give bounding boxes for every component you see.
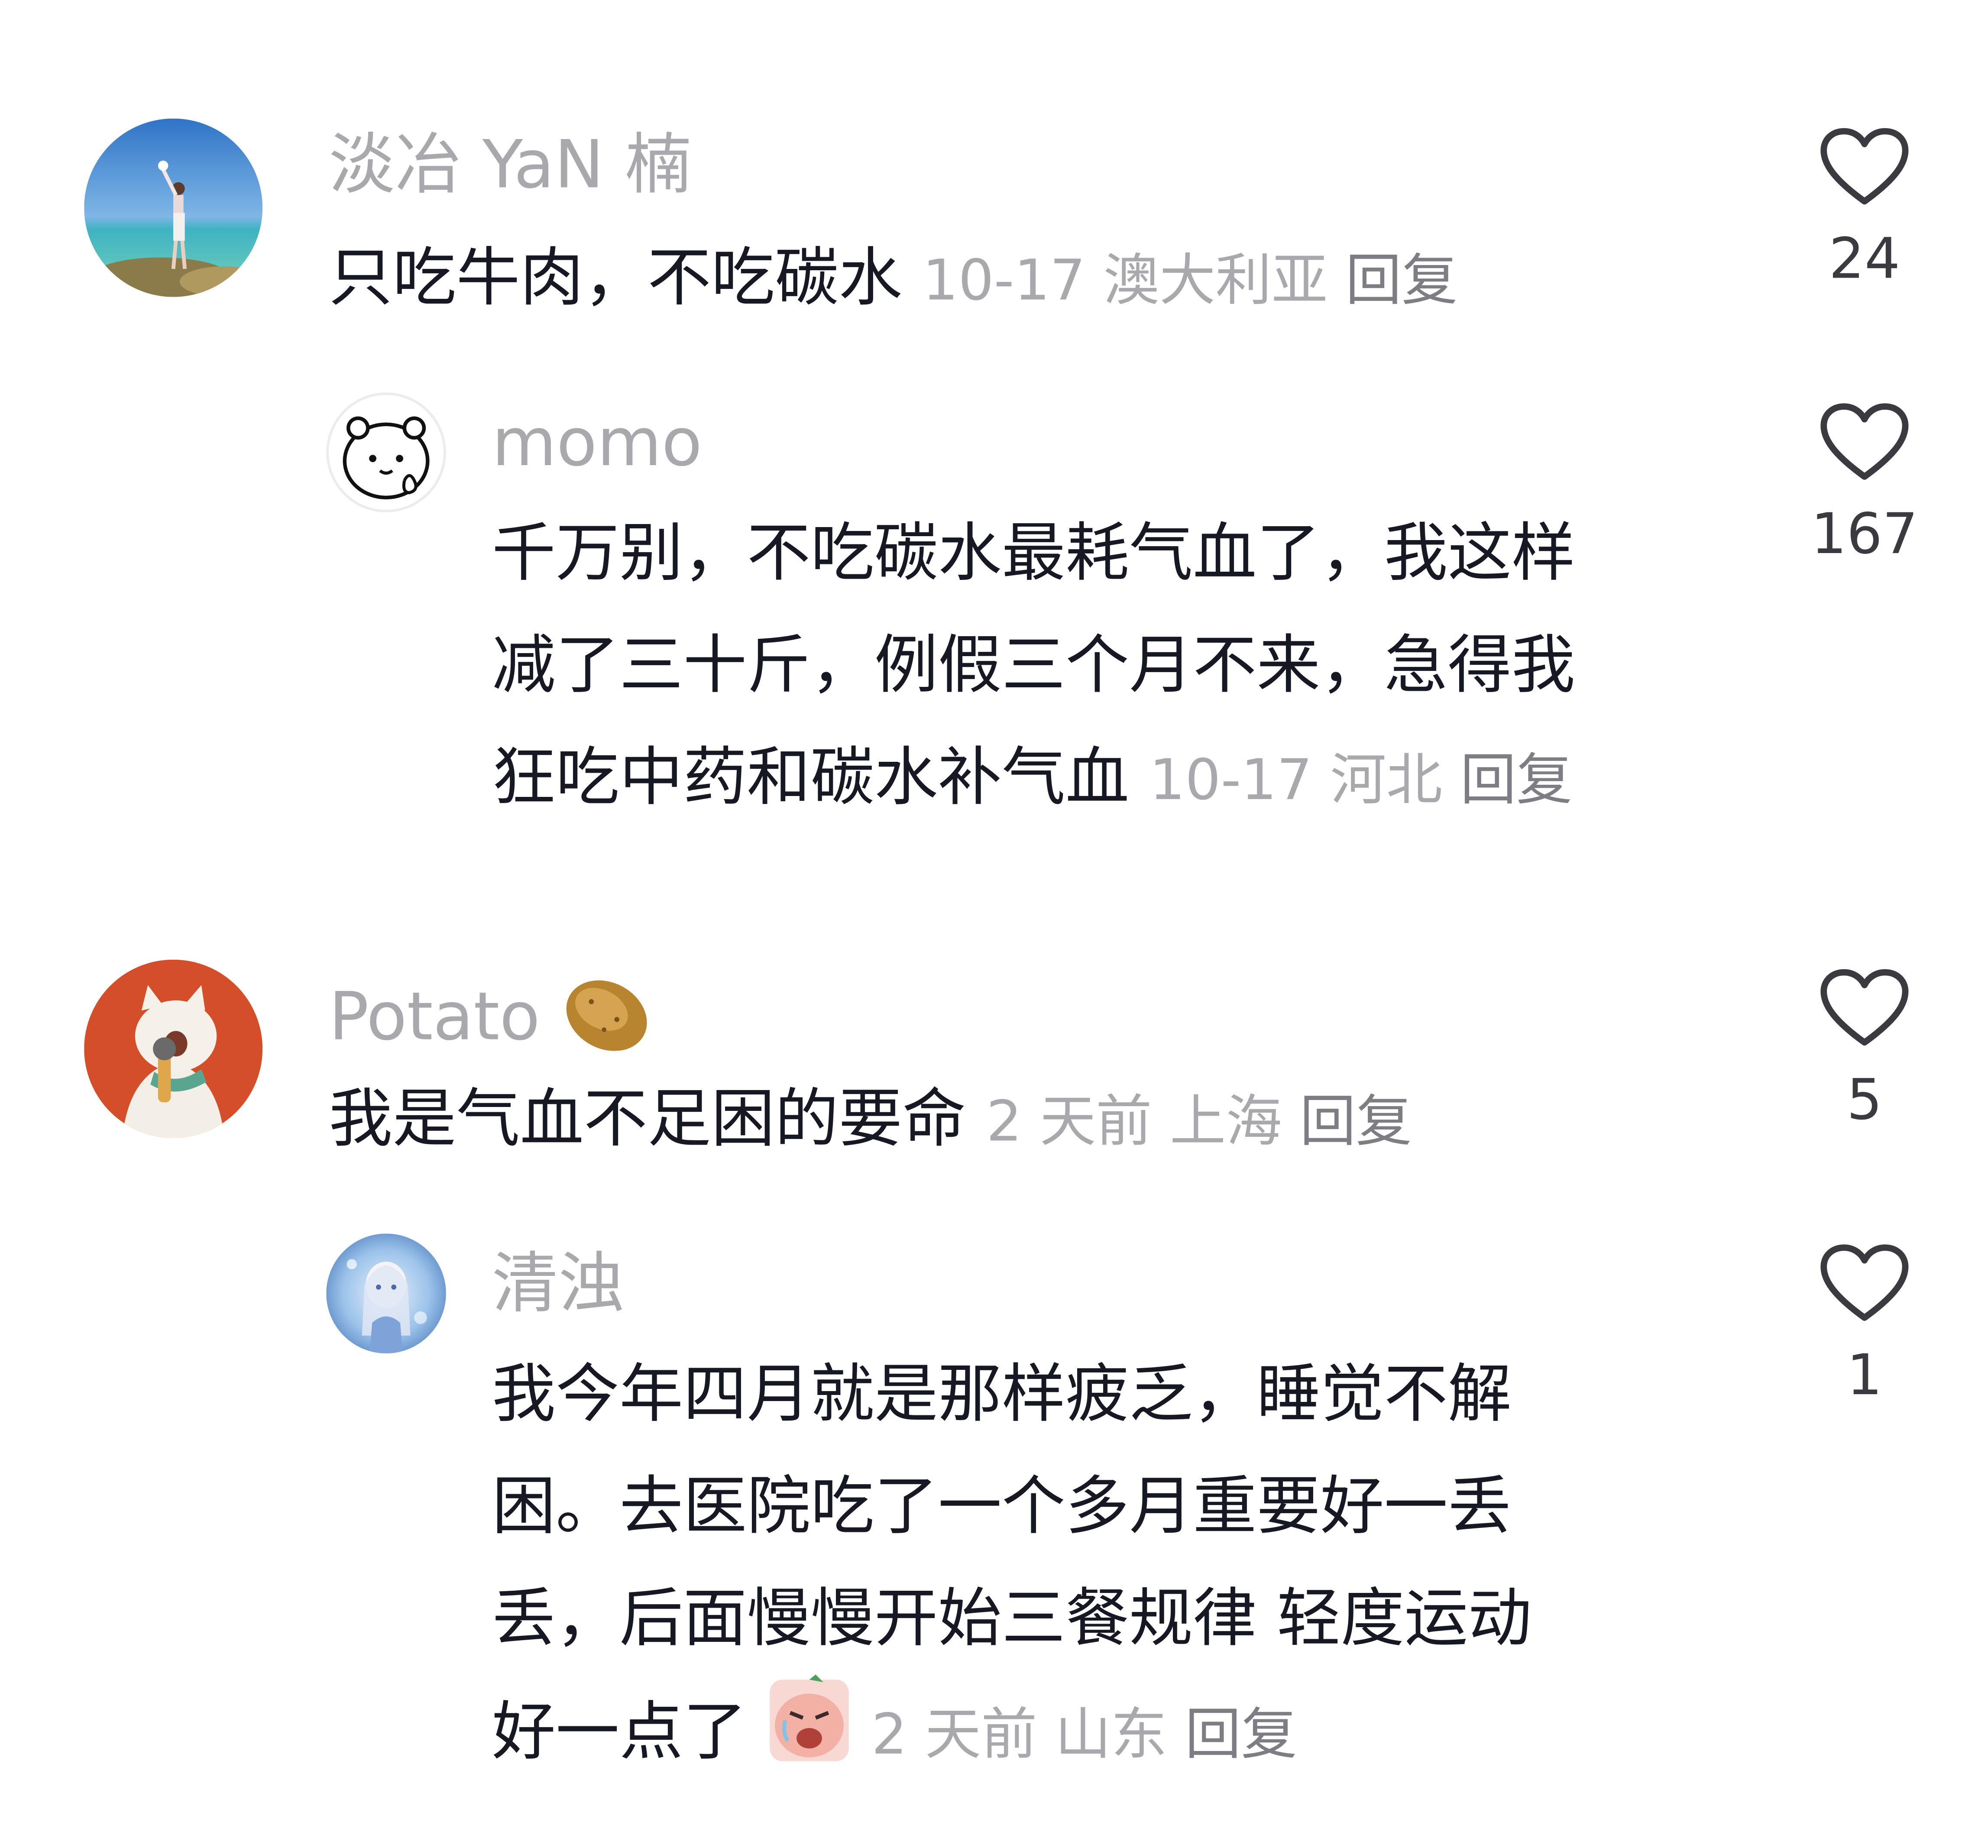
comment-line: 丢，后面慢慢开始三餐规律 轻度运动 xyxy=(492,1581,1532,1656)
comment-date: 2 天前 xyxy=(871,1702,1037,1768)
like-button[interactable]: 5 xyxy=(1807,968,1922,1129)
comment-text: 只吃牛肉，不吃碳水 10-17 澳大利亚 回复 xyxy=(329,222,1457,338)
comment-line: 好一点了 xyxy=(492,1695,747,1769)
like-count: 167 xyxy=(1811,502,1918,567)
user-avatar[interactable] xyxy=(326,392,446,512)
comment-line: 千万别，不吃碳水最耗气血了，我这样 xyxy=(492,516,1575,590)
crying-face-sticker-icon xyxy=(767,1674,851,1798)
comment-line: 狂吃中药和碳水补气血 xyxy=(492,740,1130,815)
like-count: 1 xyxy=(1846,1343,1883,1408)
username-text: Potato xyxy=(329,979,540,1056)
heart-icon xyxy=(1820,969,1909,1046)
reply-button[interactable]: 回复 xyxy=(1185,1702,1297,1767)
anime-girl-avatar-icon xyxy=(326,1233,446,1353)
comment-content: 只吃牛肉，不吃碳水 xyxy=(329,241,903,315)
user-avatar[interactable] xyxy=(84,959,263,1138)
reply-button[interactable]: 回复 xyxy=(1460,748,1572,813)
comment-text: 我是气血不足困的要命 2 天前 上海 回复 xyxy=(329,1063,1412,1179)
cat-with-microphone-avatar-icon xyxy=(84,959,263,1138)
user-avatar[interactable] xyxy=(84,118,263,297)
heart-icon xyxy=(1820,128,1909,205)
comment-line: 我今年四月就是那样疲乏，睡觉不解 xyxy=(492,1357,1512,1431)
reply-button[interactable]: 回复 xyxy=(1300,1090,1412,1155)
reply-button[interactable]: 回复 xyxy=(1346,249,1458,314)
comment-thread: 淡冶 YaN 楠 只吃牛肉，不吃碳水 10-17 澳大利亚 回复 24 momo… xyxy=(0,0,1988,1848)
comment-date: 10-17 xyxy=(1149,748,1313,813)
beach-photo-avatar-icon xyxy=(84,118,263,297)
like-count: 24 xyxy=(1829,227,1901,292)
comment-location: 山东 xyxy=(1055,1702,1167,1768)
comment-text: 我今年四月就是那样疲乏，睡觉不解 困。去医院吃了一个多月重要好一丢 丢，后面慢慢… xyxy=(492,1338,1532,1798)
like-button[interactable]: 24 xyxy=(1807,127,1922,288)
comment-location: 澳大利亚 xyxy=(1103,248,1328,314)
potato-emoji-icon xyxy=(561,974,653,1069)
comment-location: 河北 xyxy=(1330,748,1443,813)
username[interactable]: Potato xyxy=(329,974,653,1069)
comment-content: 我是气血不足困的要命 xyxy=(329,1082,966,1156)
username[interactable]: momo xyxy=(492,410,702,476)
username[interactable]: 淡冶 YaN 楠 xyxy=(329,133,691,199)
comment-date: 2 天前 xyxy=(986,1089,1152,1155)
user-avatar[interactable] xyxy=(326,1233,446,1353)
cartoon-bear-avatar-icon xyxy=(329,395,444,510)
comment-location: 上海 xyxy=(1169,1089,1282,1155)
comment-text: 千万别，不吃碳水最耗气血了，我这样 减了三十斤，例假三个月不来，急得我 狂吃中药… xyxy=(492,497,1575,838)
heart-icon xyxy=(1820,403,1909,480)
comment-date: 10-17 xyxy=(923,248,1086,314)
like-button[interactable]: 1 xyxy=(1807,1244,1922,1405)
username[interactable]: 清浊 xyxy=(492,1252,625,1318)
like-button[interactable]: 167 xyxy=(1807,403,1922,563)
comment-line: 困。去医院吃了一个多月重要好一丢 xyxy=(492,1469,1512,1544)
comment-line: 减了三十斤，例假三个月不来，急得我 xyxy=(492,628,1575,702)
heart-icon xyxy=(1820,1244,1909,1321)
like-count: 5 xyxy=(1846,1068,1883,1133)
